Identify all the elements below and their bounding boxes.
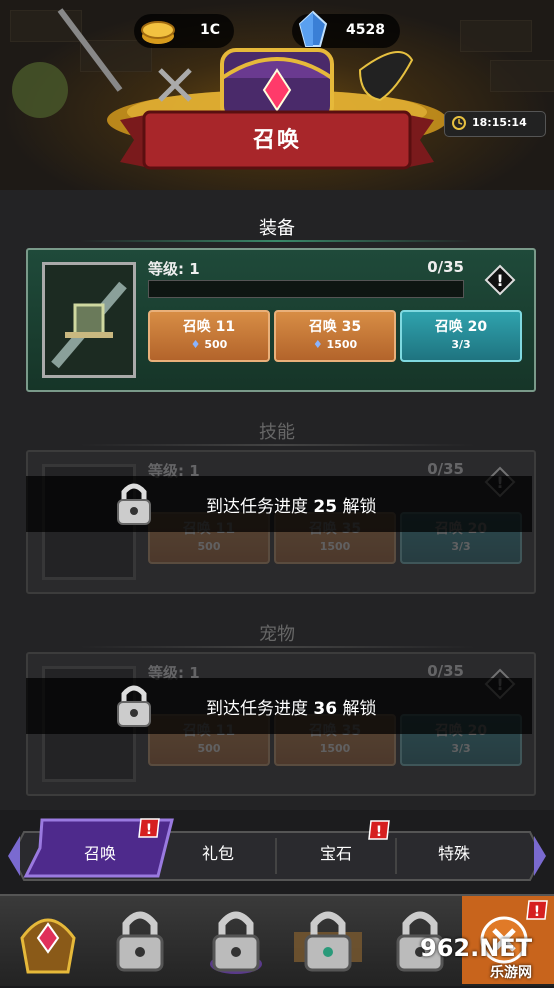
section-divider (80, 646, 474, 648)
button-label: 召唤 35 (308, 319, 362, 335)
level-value: 1 (189, 260, 200, 278)
watermark-logo: 962.NET (420, 934, 533, 962)
button-cost-value: 500 (197, 540, 221, 553)
skills-summon-card: 等级: 1 0/35 ! 召唤 11 500 召唤 35 1500 召唤 20 … (26, 450, 536, 594)
equipment-thumbnail (42, 262, 136, 378)
gold-coins-icon (141, 21, 175, 44)
tab-gift-pack[interactable]: 礼包 (168, 840, 268, 870)
button-label: 召唤 11 (182, 319, 236, 335)
crystal-small-icon: ♦ (190, 338, 201, 351)
notification-badge-icon: ! (138, 818, 160, 838)
button-cost-value: 500 (204, 338, 228, 351)
watermark-subtext: 乐游网 (490, 965, 532, 981)
button-label: 召唤 20 (434, 319, 488, 335)
tab-special[interactable]: 特殊 (404, 840, 504, 870)
blue-crystal-icon (298, 10, 328, 47)
top-banner: 1C 4528 召唤 18:15:14 (0, 0, 554, 190)
unlock-requirement: 到达任务进度 25 解锁 (206, 492, 376, 517)
button-remaining: 3/3 (451, 338, 471, 351)
button-remaining: 3/3 (451, 742, 471, 755)
padlock-icon (117, 685, 151, 727)
button-cost-value: 1500 (319, 540, 351, 553)
button-cost-value: 1500 (319, 742, 351, 755)
nav-locked-3[interactable] (288, 902, 368, 978)
level-text: 等级: 1 (148, 258, 200, 279)
unlock-value: 36 (313, 699, 338, 719)
summon-20-button[interactable]: 召唤 20 3/3 (400, 310, 522, 362)
nav-locked-2[interactable] (196, 902, 276, 978)
unlock-value: 25 (313, 497, 338, 517)
pets-summon-card: 等级: 1 0/35 ! 召唤 11 500 召唤 35 1500 召唤 20 … (26, 652, 536, 796)
crystal-small-icon: ♦ (312, 338, 323, 351)
equipment-summon-card: 等级: 1 0/35 ! 召唤 11 ♦ 500 召唤 35 ♦ 1500 召唤… (26, 248, 536, 392)
button-cost: ♦ 500 (150, 338, 268, 351)
equipment-item-icon (51, 281, 127, 369)
padlock-icon (117, 483, 151, 525)
info-icon[interactable]: ! (484, 264, 516, 296)
svg-text:!: ! (146, 822, 152, 838)
section-title-pets: 宠物 (259, 624, 295, 645)
hero-helmet-icon (20, 918, 76, 974)
unlock-suffix: 解锁 (337, 497, 377, 517)
section-title-skills: 技能 (259, 422, 295, 443)
notification-badge-icon: ! (368, 820, 390, 840)
section-divider (80, 240, 474, 242)
unlock-suffix: 解锁 (337, 699, 377, 719)
lock-icon (116, 911, 164, 972)
section-divider (80, 444, 474, 446)
svg-text:!: ! (376, 824, 382, 840)
progress-bar (148, 280, 464, 298)
svg-text:!: ! (496, 271, 503, 290)
gold-value: 1C (200, 22, 221, 38)
button-cost-value: 1500 (326, 338, 358, 351)
unlock-requirement: 到达任务进度 36 解锁 (206, 694, 376, 719)
level-label: 等级: (148, 260, 190, 278)
summon-11-button[interactable]: 召唤 11 ♦ 500 (148, 310, 270, 362)
clock-icon (452, 116, 466, 130)
nav-hero[interactable] (8, 902, 88, 978)
summon-35-button[interactable]: 召唤 35 ♦ 1500 (274, 310, 396, 362)
lock-icon (294, 911, 362, 972)
svg-text:!: ! (534, 904, 540, 920)
lock-icon (210, 911, 262, 974)
timer-text: 18:15:14 (472, 116, 527, 129)
button-cost-value: 500 (197, 742, 221, 755)
tab-summon[interactable]: 召唤 (50, 840, 150, 870)
button-cost: ♦ 1500 (276, 338, 394, 351)
section-title-equipment: 装备 (259, 218, 295, 239)
notification-badge-icon: ! (526, 900, 548, 920)
unlock-prefix: 到达任务进度 (206, 497, 314, 517)
unlock-prefix: 到达任务进度 (206, 699, 314, 719)
progress-text: 0/35 (427, 258, 464, 276)
tab-gems[interactable]: 宝石 (286, 840, 386, 870)
nav-locked-1[interactable] (100, 902, 180, 978)
crystal-value: 4528 (346, 22, 385, 38)
button-remaining: 3/3 (451, 540, 471, 553)
